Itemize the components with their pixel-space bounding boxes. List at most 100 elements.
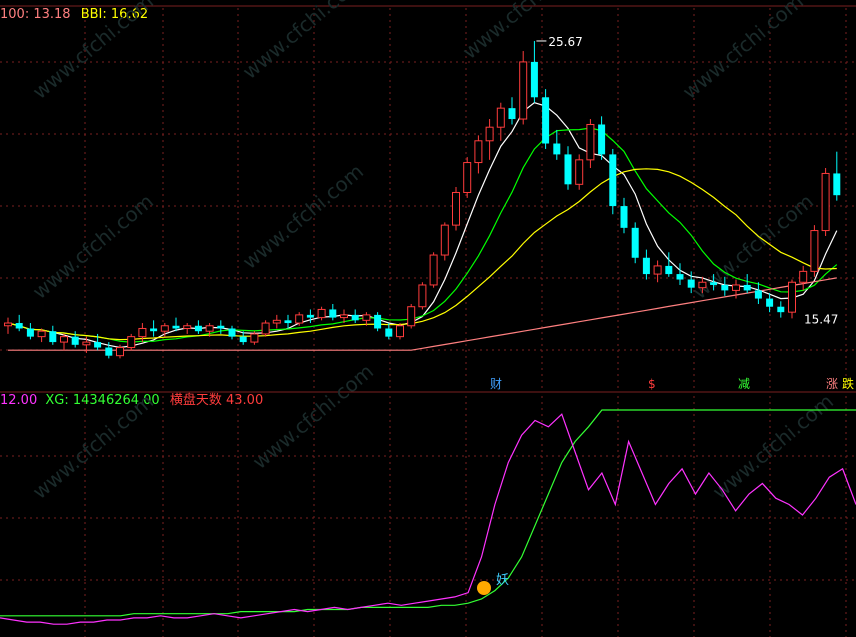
watermark-text: www.cfchi.com <box>708 389 838 504</box>
candle-body <box>15 323 23 329</box>
candle-body <box>4 322 12 327</box>
candle-body <box>385 328 393 337</box>
candle-body <box>642 257 650 275</box>
candle-body <box>833 173 841 196</box>
candle-body <box>676 274 684 280</box>
candle-body <box>810 230 819 272</box>
candle-body <box>295 314 304 324</box>
candle-body <box>351 314 359 321</box>
yao-label: 妖 <box>496 573 509 588</box>
candle-body <box>429 254 438 286</box>
watermark-text: www.cfchi.com <box>28 389 158 504</box>
candle-body <box>710 282 718 285</box>
marker-zhang: 涨 <box>826 376 838 391</box>
candle-body <box>463 162 472 193</box>
candle-body <box>317 308 326 319</box>
candle-body <box>440 224 449 256</box>
candle-body <box>485 126 494 142</box>
candle-body <box>306 314 314 318</box>
candle-body <box>26 328 34 337</box>
candle-body <box>150 328 158 332</box>
candle-body <box>821 172 830 232</box>
candle-body <box>217 325 225 329</box>
marker-jian: 减 <box>738 377 750 391</box>
high-price-label: 25.67 <box>548 35 582 49</box>
candle-body <box>172 325 180 329</box>
candle-body <box>687 279 695 288</box>
candle-body <box>530 61 538 98</box>
candle-body <box>82 341 91 346</box>
candle-body <box>788 281 796 313</box>
watermark-text: www.cfchi.com <box>688 189 818 304</box>
candle-body <box>754 290 762 299</box>
watermarks: www.cfchi.com www.cfchi.com www.cfchi.com w… <box>28 0 838 504</box>
watermark-text: www.cfchi.com <box>238 0 368 84</box>
chart-canvas: www.cfchi.com www.cfchi.com www.cfchi.com w… <box>0 0 856 637</box>
candle-body <box>721 284 729 291</box>
lower-indicator: 妖 <box>0 409 856 625</box>
marker-cai: 财 <box>490 377 502 391</box>
candle-body <box>496 107 505 128</box>
candle-body <box>564 154 572 185</box>
candle-body <box>374 314 382 329</box>
candle-body <box>553 143 561 155</box>
candle-body <box>575 159 584 185</box>
candle-body <box>183 325 192 329</box>
marker-s: $ <box>648 377 656 391</box>
grid <box>0 5 856 637</box>
marker-die: 跌 <box>842 376 854 391</box>
candle-body <box>284 320 292 324</box>
candle-body <box>508 108 516 120</box>
candle-body <box>194 325 202 332</box>
yao-marker-icon <box>477 581 491 595</box>
candle-body <box>452 191 460 226</box>
watermark-text: www.cfchi.com <box>248 359 378 474</box>
hengpan-line <box>0 413 856 625</box>
candle-body <box>631 227 639 258</box>
candle-body <box>698 281 707 289</box>
candle-body <box>799 270 808 283</box>
candle-body <box>71 336 79 345</box>
watermark-text: www.cfchi.com <box>28 189 158 304</box>
candle-body <box>609 154 617 207</box>
candle-body <box>598 124 606 155</box>
candle-body <box>138 327 147 338</box>
candle-body <box>329 309 337 318</box>
candle-body <box>743 284 751 291</box>
candle-body <box>205 325 214 332</box>
xg-line <box>0 409 856 617</box>
candle-body <box>519 61 528 120</box>
candle-body <box>665 265 673 275</box>
watermark-text: www.cfchi.com <box>678 0 808 104</box>
candle-body <box>474 140 483 164</box>
low-price-label: 15.47 <box>804 312 838 326</box>
ma10-line <box>7 127 838 343</box>
candle-body <box>94 342 102 348</box>
ma20-line <box>7 168 837 341</box>
candle-body <box>250 333 259 343</box>
candle-body <box>272 319 281 324</box>
candle-body <box>228 328 236 337</box>
candle-body <box>60 336 68 343</box>
candle-body <box>407 306 416 327</box>
candle-body <box>542 97 550 144</box>
candle-body <box>653 265 662 275</box>
candle-body <box>766 298 774 307</box>
candle-body <box>777 306 785 313</box>
candle-body <box>49 331 57 343</box>
candle-body <box>586 123 595 161</box>
watermark-text: www.cfchi.com <box>28 0 158 104</box>
candle-body <box>620 206 628 228</box>
candle-body <box>37 330 46 338</box>
candle-body <box>418 284 427 308</box>
candle-body <box>732 284 740 291</box>
candle-body <box>127 336 136 349</box>
candle-body <box>362 314 371 321</box>
candle-body <box>116 347 124 357</box>
candle-body <box>160 325 169 332</box>
candle-body <box>105 347 113 356</box>
candle-body <box>239 336 247 343</box>
candle-body <box>261 322 270 335</box>
candle-body <box>396 325 404 338</box>
candle-body <box>340 314 348 319</box>
